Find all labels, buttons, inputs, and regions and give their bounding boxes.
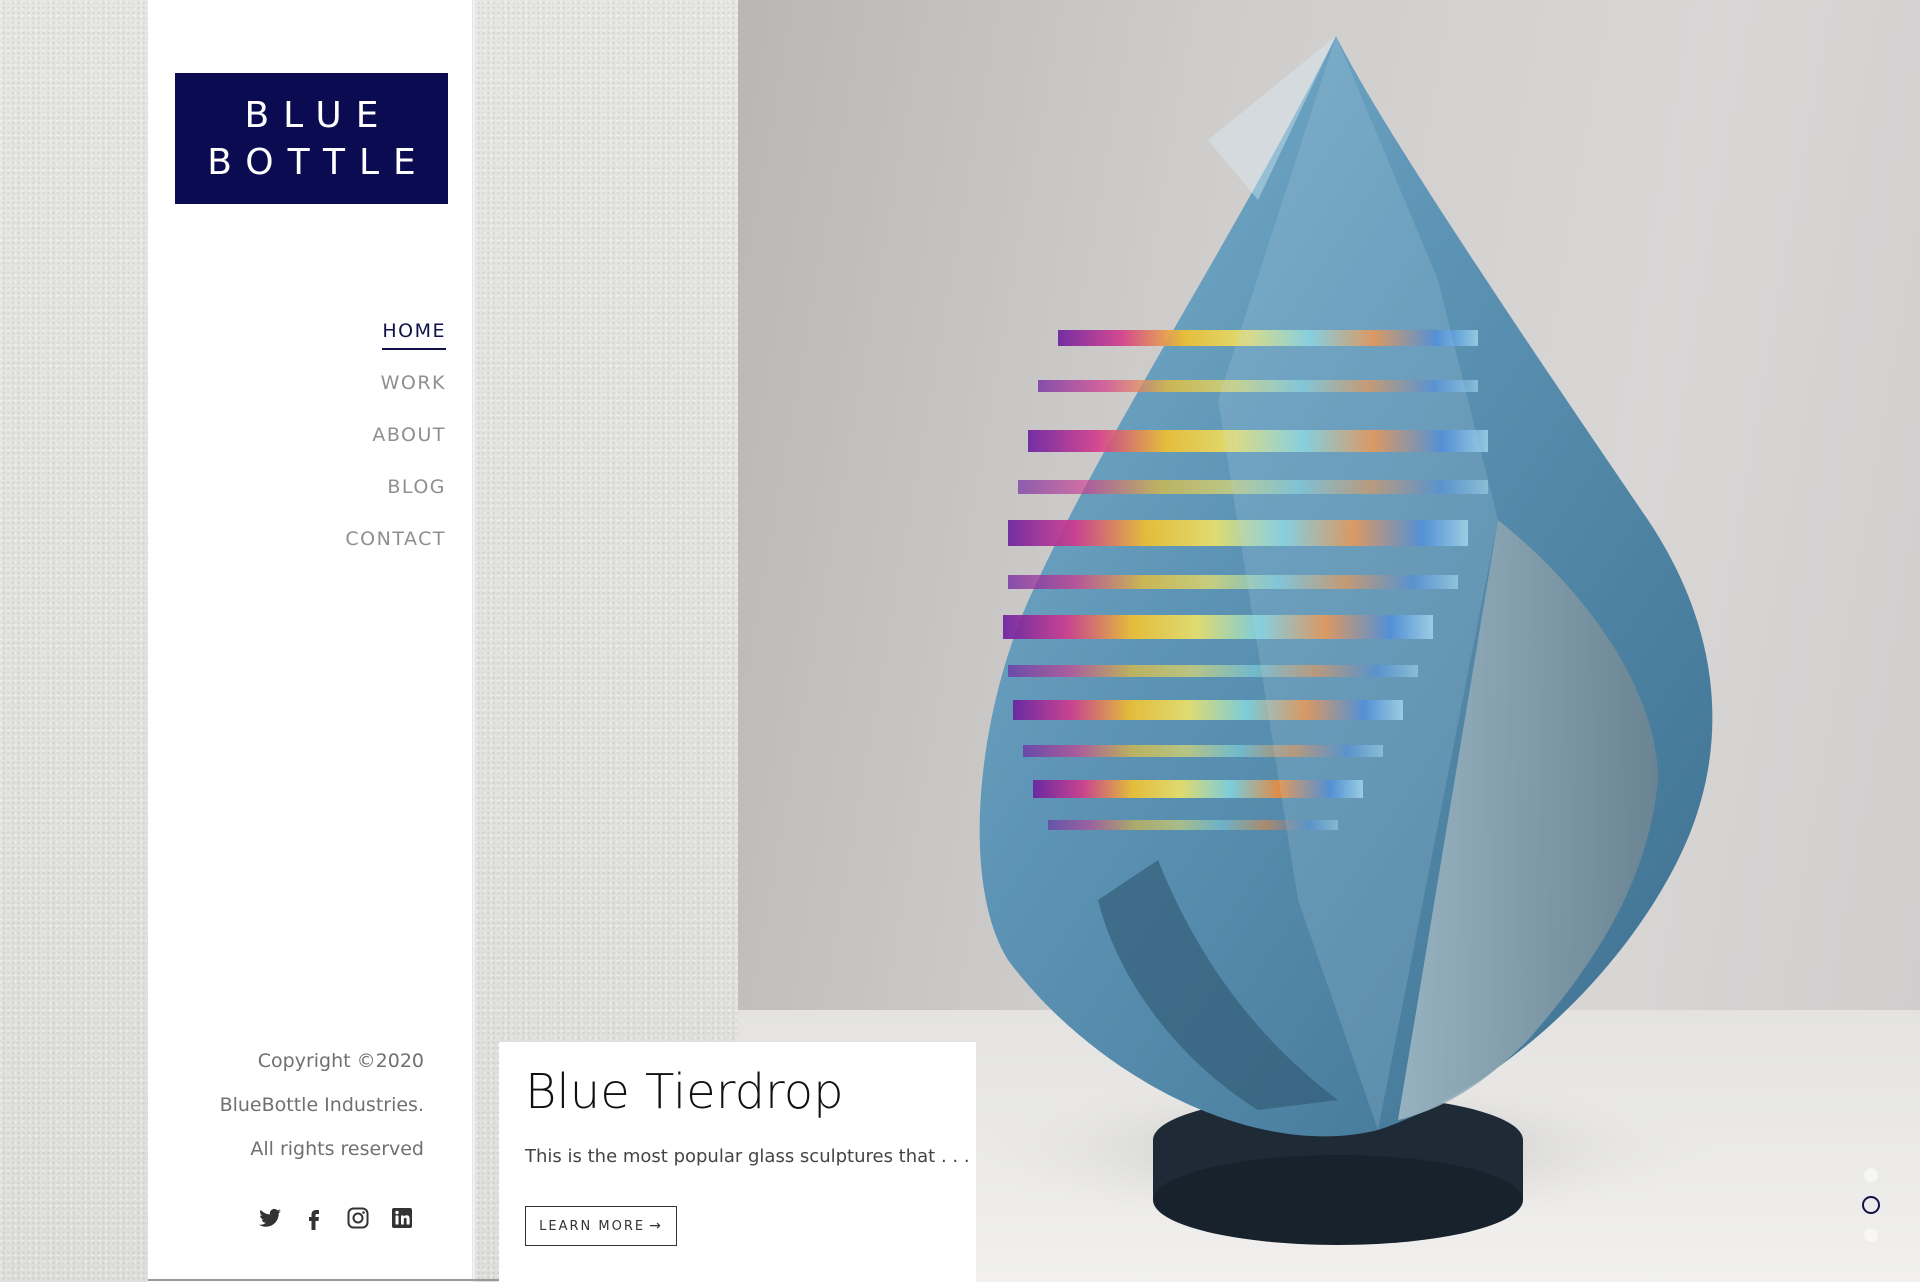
nav-item-label: HOME bbox=[382, 320, 446, 350]
brand-line-2: BOTTLE bbox=[207, 141, 430, 183]
slide-description: This is the most popular glass sculpture… bbox=[525, 1146, 970, 1167]
learn-more-label: LEARN MORE bbox=[539, 1218, 646, 1234]
nav-item-label: WORK bbox=[380, 372, 446, 394]
nav-item-label: CONTACT bbox=[345, 528, 446, 550]
learn-more-button[interactable]: LEARN MORE → bbox=[525, 1206, 677, 1246]
nav-item-label: ABOUT bbox=[372, 424, 446, 446]
nav-item-work[interactable]: WORK bbox=[381, 364, 446, 416]
linkedin-icon[interactable] bbox=[390, 1206, 414, 1230]
facebook-icon[interactable] bbox=[302, 1206, 326, 1230]
brand-line-1: BLUE bbox=[244, 94, 393, 136]
nav-item-blog[interactable]: BLOG bbox=[387, 468, 446, 520]
sidebar: BLUE BOTTLE HOME WORK ABOUT BLOG CONTACT… bbox=[148, 0, 473, 1282]
nav-item-contact[interactable]: CONTACT bbox=[345, 520, 446, 572]
nav-item-about[interactable]: ABOUT bbox=[372, 416, 446, 468]
copyright-text: Copyright ©2020 BlueBottle Industries. A… bbox=[220, 1039, 424, 1171]
twitter-icon[interactable] bbox=[258, 1206, 282, 1230]
slider-dots bbox=[1862, 1168, 1880, 1242]
instagram-icon[interactable] bbox=[346, 1206, 370, 1230]
arrow-right-icon: → bbox=[649, 1218, 663, 1234]
slider-dot[interactable] bbox=[1864, 1168, 1878, 1182]
slider-dot[interactable] bbox=[1864, 1228, 1878, 1242]
social-links bbox=[258, 1206, 414, 1230]
nav-item-home[interactable]: HOME bbox=[382, 312, 446, 364]
slider-dot-active[interactable] bbox=[1862, 1196, 1880, 1214]
copyright-line-1: Copyright ©2020 bbox=[257, 1050, 424, 1072]
copyright-line-3: All rights reserved bbox=[250, 1138, 424, 1160]
copyright-line-2: BlueBottle Industries. bbox=[219, 1094, 424, 1116]
brand-logo[interactable]: BLUE BOTTLE bbox=[175, 73, 448, 204]
slide-title: Blue Tierdrop bbox=[525, 1064, 844, 1120]
slide-caption-card: Blue Tierdrop This is the most popular g… bbox=[499, 1042, 976, 1282]
nav-item-label: BLOG bbox=[387, 476, 446, 498]
main-nav: HOME WORK ABOUT BLOG CONTACT bbox=[345, 312, 446, 572]
